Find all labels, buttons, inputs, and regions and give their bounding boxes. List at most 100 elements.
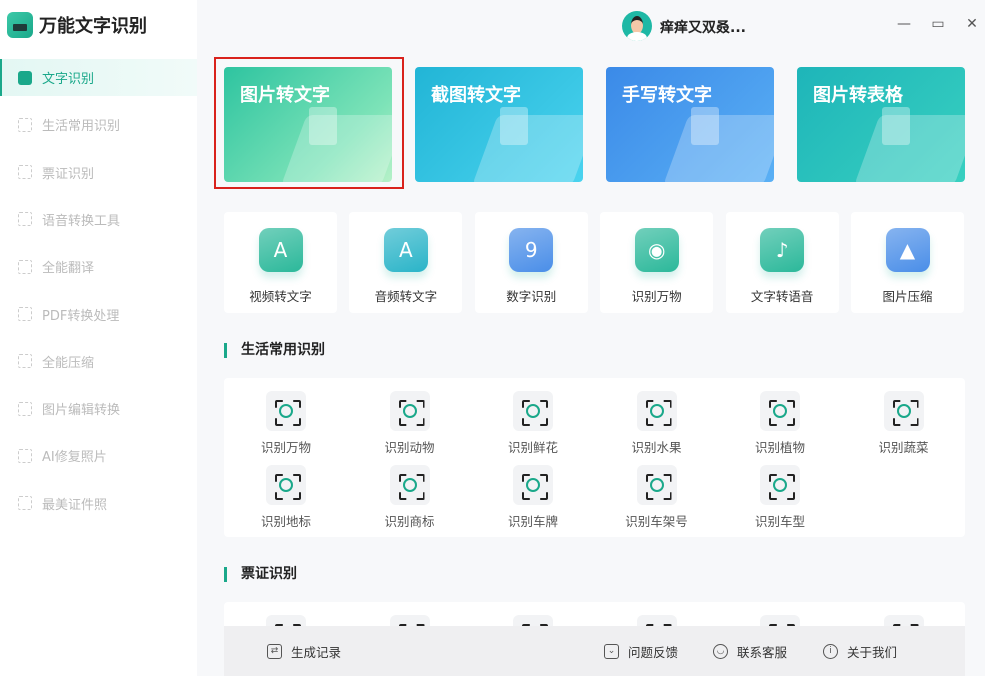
scan-target-icon <box>526 404 540 418</box>
sidebar-item[interactable]: 全能压缩 <box>0 343 197 380</box>
feature-label: 图片压缩 <box>882 289 933 304</box>
sidebar-item[interactable]: 票证识别 <box>0 154 197 191</box>
recognition-label: 识别水果 <box>631 440 682 455</box>
feature-card[interactable]: ◉ 识别万物 <box>600 212 714 313</box>
section-title-life: 生活常用识别 <box>224 343 325 358</box>
sidebar-item-label: PDF转换处理 <box>42 308 120 324</box>
banner-card[interactable]: 图片转表格 <box>797 67 965 182</box>
scan-icon <box>760 465 800 505</box>
sidebar-item[interactable]: PDF转换处理 <box>0 296 197 333</box>
sidebar-item-label: 票证识别 <box>42 166 95 182</box>
menu-item-icon <box>18 212 32 227</box>
life-panel: 识别万物 识别动物 识别鲜花 识别水果 识别植物 识别蔬菜识别地标 识别商标 识别车牌 识别车架… <box>224 378 965 537</box>
feature-label: 识别万物 <box>631 289 682 304</box>
sidebar-item[interactable]: AI修复照片 <box>0 437 197 474</box>
sidebar-item[interactable]: 语音转换工具 <box>0 201 197 238</box>
minimize-button[interactable]: — <box>896 16 912 32</box>
selection-highlight <box>214 57 404 189</box>
scan-target-icon <box>279 478 293 492</box>
feature-icon: A <box>383 228 428 272</box>
scan-target-icon <box>896 404 911 418</box>
scan-target-icon <box>649 404 664 418</box>
feature-card[interactable]: A 音频转文字 <box>349 212 463 313</box>
menu-item-icon <box>18 448 32 463</box>
sidebar-item[interactable]: 文字识别 <box>0 59 197 96</box>
banner-card[interactable]: 截图转文字 <box>415 67 583 182</box>
feature-card[interactable]: ♪ 文字转语音 <box>725 212 839 313</box>
clipboard-icon: ⇄ <box>267 643 282 659</box>
scan-icon <box>389 391 430 431</box>
avatar[interactable] <box>622 11 652 41</box>
scan-icon <box>513 465 553 505</box>
history-link[interactable]: ⇄ 生成记录 <box>267 626 341 676</box>
sidebar-item-label: 全能压缩 <box>42 355 95 371</box>
menu-item-icon <box>18 165 32 180</box>
scan-icon <box>636 391 677 431</box>
feature-icon: A <box>258 228 303 272</box>
recognition-item[interactable]: 识别商标 <box>360 465 460 530</box>
feature-card[interactable]: 9 数字识别 <box>474 212 588 313</box>
scan-icon <box>760 391 800 431</box>
image-icon <box>691 107 719 145</box>
recognition-item[interactable]: 识别车型 <box>730 465 830 530</box>
recognition-item[interactable]: 识别鲜花 <box>483 391 583 456</box>
about-link[interactable]: i 关于我们 <box>823 626 897 676</box>
app-title: 万能文字识别 <box>39 16 147 37</box>
footer-bar: ⇄ 生成记录 ⌄ 问题反馈 ◡ 联系客服 i 关于我们 <box>224 626 965 676</box>
scan-icon <box>636 465 677 505</box>
scan-target-icon <box>649 478 664 492</box>
sidebar-item[interactable]: 最美证件照 <box>0 485 197 522</box>
sidebar-item-label: 语音转换工具 <box>42 213 121 229</box>
recognition-label: 识别车架号 <box>625 514 688 529</box>
sidebar-item-label: AI修复照片 <box>42 450 107 466</box>
recognition-label: 识别地标 <box>260 514 311 529</box>
feature-card[interactable]: A 视频转文字 <box>224 212 337 313</box>
scanner-icon <box>7 12 33 38</box>
username[interactable]: 痒痒又双叒... <box>660 17 746 37</box>
banner-card[interactable]: 手写转文字 <box>606 67 774 182</box>
recognition-item[interactable]: 识别地标 <box>236 465 336 530</box>
menu-item-icon <box>18 259 32 274</box>
recognition-item[interactable]: 识别车架号 <box>607 465 707 530</box>
recognition-item[interactable]: 识别水果 <box>607 391 707 456</box>
scan-icon <box>883 391 924 431</box>
sidebar-item[interactable]: 图片编辑转换 <box>0 390 197 427</box>
feedback-link[interactable]: ⌄ 问题反馈 <box>604 626 678 676</box>
recognition-item[interactable]: 识别车牌 <box>483 465 583 530</box>
maximize-button[interactable]: ▭ <box>930 16 946 32</box>
scan-icon <box>513 391 553 431</box>
recognition-label: 识别车型 <box>754 514 805 529</box>
sidebar-item[interactable]: 全能翻译 <box>0 248 197 285</box>
sidebar-item-label: 最美证件照 <box>42 497 108 513</box>
sidebar-item-label: 生活常用识别 <box>42 119 121 135</box>
recognition-label: 识别植物 <box>754 440 805 455</box>
feature-icon: ▲ <box>885 228 930 272</box>
recognition-item[interactable]: 识别动物 <box>360 391 460 456</box>
scan-target-icon <box>773 478 787 492</box>
service-link[interactable]: ◡ 联系客服 <box>713 626 787 676</box>
recognition-label: 识别蔬菜 <box>878 440 929 455</box>
feedback-label: 问题反馈 <box>628 644 679 660</box>
menu-item-icon <box>18 401 32 416</box>
menu-item-icon <box>18 117 32 132</box>
recognition-item[interactable]: 识别植物 <box>730 391 830 456</box>
sidebar-item-label: 文字识别 <box>42 72 95 87</box>
feedback-icon: ⌄ <box>604 643 619 659</box>
banner-label: 截图转文字 <box>431 85 521 106</box>
section-title-ticket: 票证识别 <box>224 567 297 582</box>
feature-icon: ◉ <box>634 228 679 272</box>
menu-item-icon <box>18 496 32 511</box>
recognition-item[interactable]: 识别万物 <box>236 391 336 456</box>
close-button[interactable]: ✕ <box>964 16 980 32</box>
sidebar-item[interactable]: 生活常用识别 <box>0 106 197 143</box>
recognition-item[interactable]: 识别蔬菜 <box>854 391 954 456</box>
feature-label: 音频转文字 <box>374 289 438 304</box>
banner-label: 手写转文字 <box>622 85 712 106</box>
recognition-label: 识别动物 <box>384 440 435 455</box>
feature-card[interactable]: ▲ 图片压缩 <box>851 212 964 313</box>
scan-icon <box>266 465 306 505</box>
feature-icon: ♪ <box>760 228 805 272</box>
feature-label: 文字转语音 <box>750 289 814 304</box>
menu-item-icon <box>18 70 32 85</box>
scan-target-icon <box>279 404 293 418</box>
